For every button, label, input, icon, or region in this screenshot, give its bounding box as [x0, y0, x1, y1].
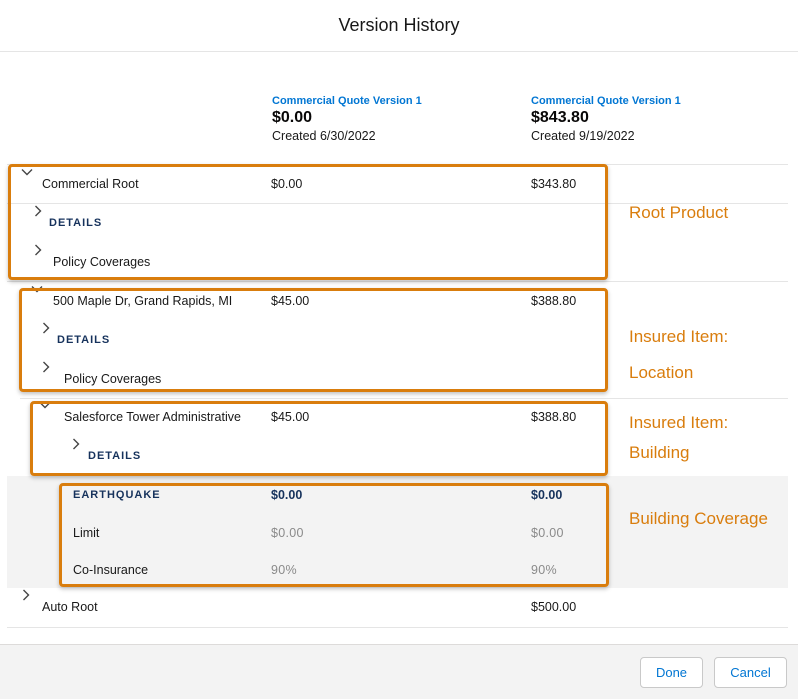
- version-created: Created 6/30/2022: [272, 129, 376, 143]
- modal-title: Version History: [338, 15, 460, 35]
- table-row-auto-root[interactable]: Auto Root $500.00: [0, 588, 798, 626]
- annotation-line: Insured Item:: [629, 413, 729, 432]
- row-label: Auto Root: [42, 600, 98, 614]
- divider: [7, 627, 788, 628]
- version-created: Created 9/19/2022: [531, 129, 635, 143]
- version-2-value: $500.00: [531, 600, 577, 614]
- version-price: $843.80: [531, 109, 589, 126]
- cancel-button[interactable]: Cancel: [714, 657, 787, 688]
- modal-header: Version History: [0, 0, 798, 52]
- modal-footer: Done Cancel: [0, 644, 798, 699]
- annotation-building: Insured Item: Building: [629, 408, 728, 467]
- version-name[interactable]: Commercial Quote Version 1: [531, 95, 761, 107]
- annotation-location: Insured Item: Location: [629, 322, 728, 387]
- annotation-box-building-coverage: [59, 483, 609, 587]
- chevron-right-icon[interactable]: [19, 588, 33, 602]
- version-column-2: Commercial Quote Version 1 $843.80 Creat…: [531, 95, 761, 143]
- version-name[interactable]: Commercial Quote Version 1: [272, 95, 502, 107]
- annotation-box-root-product: [8, 164, 608, 280]
- annotation-line: Insured Item:: [629, 327, 729, 346]
- annotation-root-product: Root Product: [629, 203, 729, 222]
- annotation-building-coverage: Building Coverage: [629, 509, 768, 528]
- version-price: $0.00: [272, 109, 313, 126]
- annotation-box-location: [19, 288, 608, 392]
- annotation-box-building: [30, 401, 608, 476]
- done-button[interactable]: Done: [640, 657, 703, 688]
- annotation-line: Location: [629, 363, 694, 382]
- annotation-line: Building: [629, 443, 690, 462]
- version-column-1: Commercial Quote Version 1 $0.00 Created…: [272, 95, 502, 143]
